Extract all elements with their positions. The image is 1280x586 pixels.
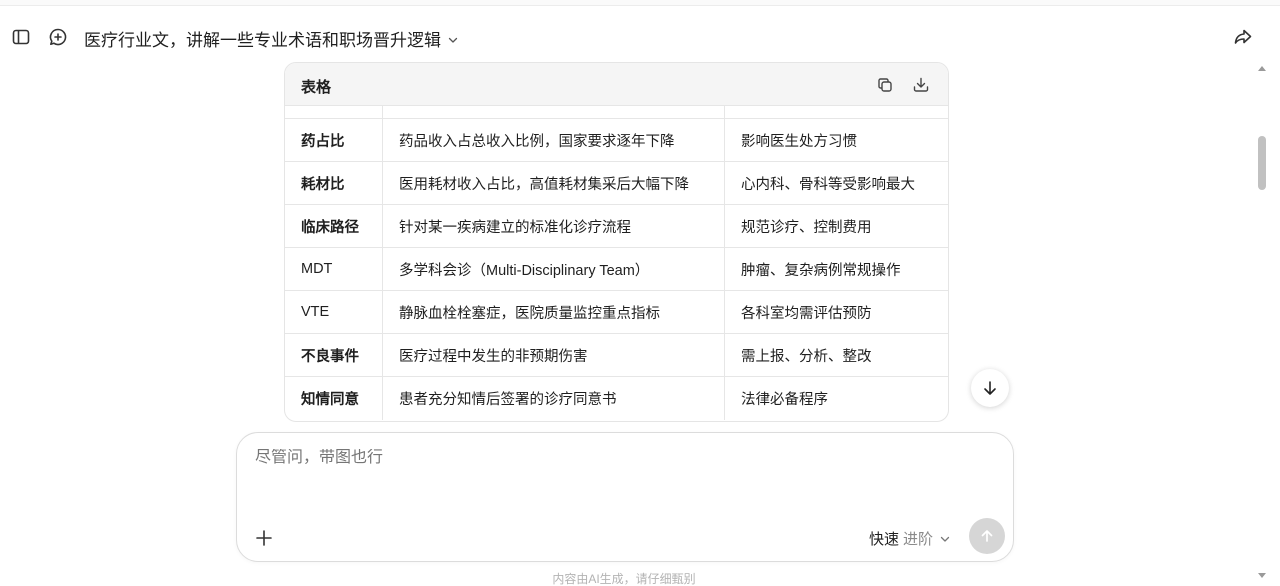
page-scrollbar[interactable] [1257, 62, 1267, 582]
note-cell: 需上报、分析、整改 [741, 348, 872, 365]
conversation-title[interactable]: 医疗行业文，讲解一些专业术语和职场晋升逻辑 [84, 26, 459, 51]
note-cell: 影响医生处方习惯 [741, 133, 857, 150]
table-row: MDT 多学科会诊（Multi-Disciplinary Team） 肿瘤、复杂… [285, 248, 948, 291]
note-cell: 心内科、骨科等受影响最大 [741, 176, 915, 193]
table-row: 耗材比 医用耗材收入占比，高值耗材集采后大幅下降 心内科、骨科等受影响最大 [285, 162, 948, 205]
send-button[interactable] [969, 518, 1005, 554]
term-cell: 药占比 [285, 119, 383, 161]
table-card-header: 表格 [285, 63, 948, 106]
table-card: 表格 药占比 药品收入占总收入比例，国家要求逐年下降 影响医生处方习惯 耗材比 … [284, 62, 949, 422]
table-row: 不良事件 医疗过程中发生的非预期伤害 需上报、分析、整改 [285, 334, 948, 377]
scroll-up-arrow-icon[interactable] [1258, 66, 1266, 71]
new-chat-icon [49, 28, 67, 46]
table-row: 临床路径 针对某一疾病建立的标准化诊疗流程 规范诊疗、控制费用 [285, 205, 948, 248]
scroll-to-bottom-button[interactable] [971, 369, 1009, 407]
description-cell: 药品收入占总收入比例，国家要求逐年下降 [383, 119, 725, 161]
description-cell: 针对某一疾病建立的标准化诊疗流程 [383, 205, 725, 247]
description-cell: 多学科会诊（Multi-Disciplinary Team） [383, 248, 725, 290]
term-cell: 耗材比 [285, 162, 383, 204]
plus-icon [256, 530, 272, 546]
term-cell: VTE [285, 291, 383, 333]
table-cell [383, 106, 725, 118]
arrow-down-icon [984, 381, 996, 395]
share-icon [1234, 29, 1252, 44]
term-cell: 不良事件 [285, 334, 383, 376]
conversation-title-text: 医疗行业文，讲解一些专业术语和职场晋升逻辑 [84, 31, 441, 50]
mode-fast-label: 快速 [869, 531, 900, 548]
window-top-border [0, 0, 1280, 6]
mode-advanced-label: 进阶 [903, 531, 934, 548]
table-row: VTE 静脉血栓栓塞症，医院质量监控重点指标 各科室均需评估预防 [285, 291, 948, 334]
sidebar-toggle-icon [12, 29, 30, 45]
term-cell: 临床路径 [285, 205, 383, 247]
table-row-partial [285, 106, 948, 119]
attach-button[interactable] [253, 527, 275, 549]
download-table-button[interactable] [910, 74, 932, 96]
share-button[interactable] [1231, 25, 1255, 49]
sidebar-toggle-button[interactable] [9, 25, 33, 49]
scrollbar-thumb[interactable] [1258, 136, 1266, 190]
description-cell: 医疗过程中发生的非预期伤害 [383, 334, 725, 376]
new-chat-button[interactable] [46, 25, 70, 49]
note-cell: 规范诊疗、控制费用 [741, 219, 872, 236]
arrow-up-icon [981, 530, 993, 542]
note-cell: 各科室均需评估预防 [741, 305, 872, 322]
note-cell: 法律必备程序 [741, 392, 828, 408]
message-input[interactable] [255, 449, 955, 467]
table-cell [285, 106, 383, 118]
table-row: 药占比 药品收入占总收入比例，国家要求逐年下降 影响医生处方习惯 [285, 119, 948, 162]
table-body: 药占比 药品收入占总收入比例，国家要求逐年下降 影响医生处方习惯 耗材比 医用耗… [285, 106, 948, 420]
chevron-down-icon [448, 37, 458, 43]
mode-selector[interactable]: 快速 进阶 [869, 528, 951, 549]
note-cell: 肿瘤、复杂病例常规操作 [741, 262, 901, 279]
table-card-label: 表格 [301, 79, 332, 96]
copy-icon [878, 78, 892, 92]
message-composer: 快速 进阶 [236, 432, 1014, 562]
description-cell: 患者充分知情后签署的诊疗同意书 [383, 377, 725, 420]
download-icon [913, 77, 929, 92]
term-cell: 知情同意 [285, 377, 383, 420]
table-row: 知情同意 患者充分知情后签署的诊疗同意书 法律必备程序 [285, 377, 948, 420]
table-cell [725, 106, 948, 118]
description-cell: 医用耗材收入占比，高值耗材集采后大幅下降 [383, 162, 725, 204]
chat-header: 医疗行业文，讲解一些专业术语和职场晋升逻辑 [0, 18, 1280, 56]
chevron-down-icon [940, 536, 950, 542]
scroll-down-arrow-icon[interactable] [1258, 573, 1266, 578]
copy-table-button[interactable] [874, 74, 896, 96]
description-cell: 静脉血栓栓塞症，医院质量监控重点指标 [383, 291, 725, 333]
ai-disclaimer: 内容由AI生成，请仔细甄别 [552, 572, 696, 586]
term-cell: MDT [285, 248, 383, 290]
